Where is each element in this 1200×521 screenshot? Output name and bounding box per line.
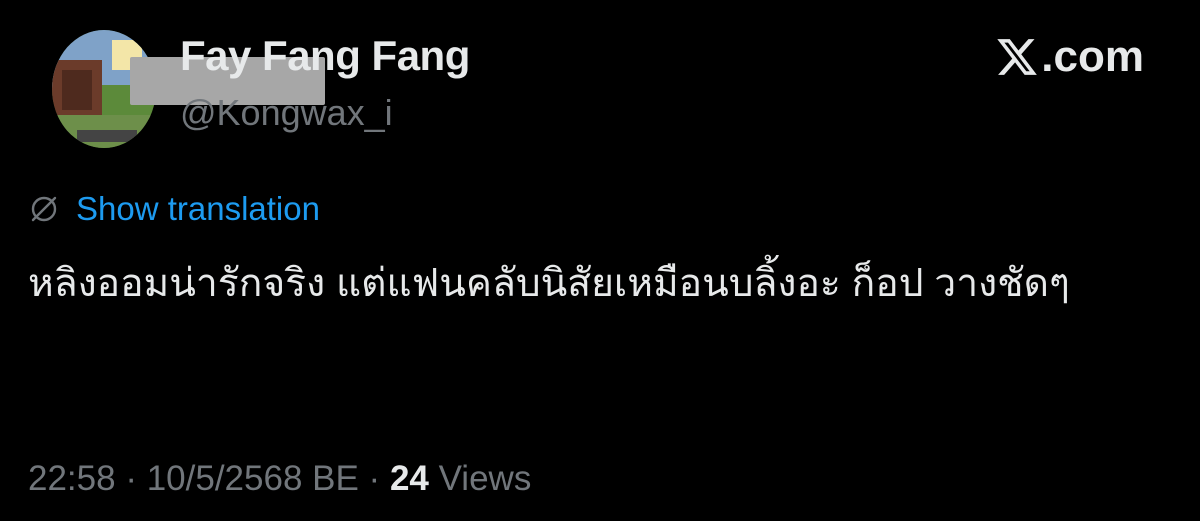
show-translation-label: Show translation [76,190,320,227]
tweet-meta: 22:58 · 10/5/2568 BE · 24 Views [28,459,531,499]
show-translation-link[interactable]: Show translation [28,190,320,228]
display-name[interactable]: Fay Fang Fang [180,32,470,80]
tweet-date[interactable]: 10/5/2568 BE [147,459,359,498]
site-logo: .com [995,32,1144,82]
site-label: .com [1041,32,1144,81]
meta-separator: · [358,459,390,498]
x-logo-icon [997,39,1038,75]
views-count: 24 [389,459,429,498]
meta-separator: · [115,459,147,498]
tweet-text: หลิงออมน่ารักจริง แต่แฟนคลับนิสัยเหมือนบ… [28,262,1070,305]
tweet-time[interactable]: 22:58 [28,459,116,498]
handle[interactable]: @Kongwax_i [180,92,393,134]
globe-slash-icon [31,196,57,222]
views-label: Views [428,459,532,498]
